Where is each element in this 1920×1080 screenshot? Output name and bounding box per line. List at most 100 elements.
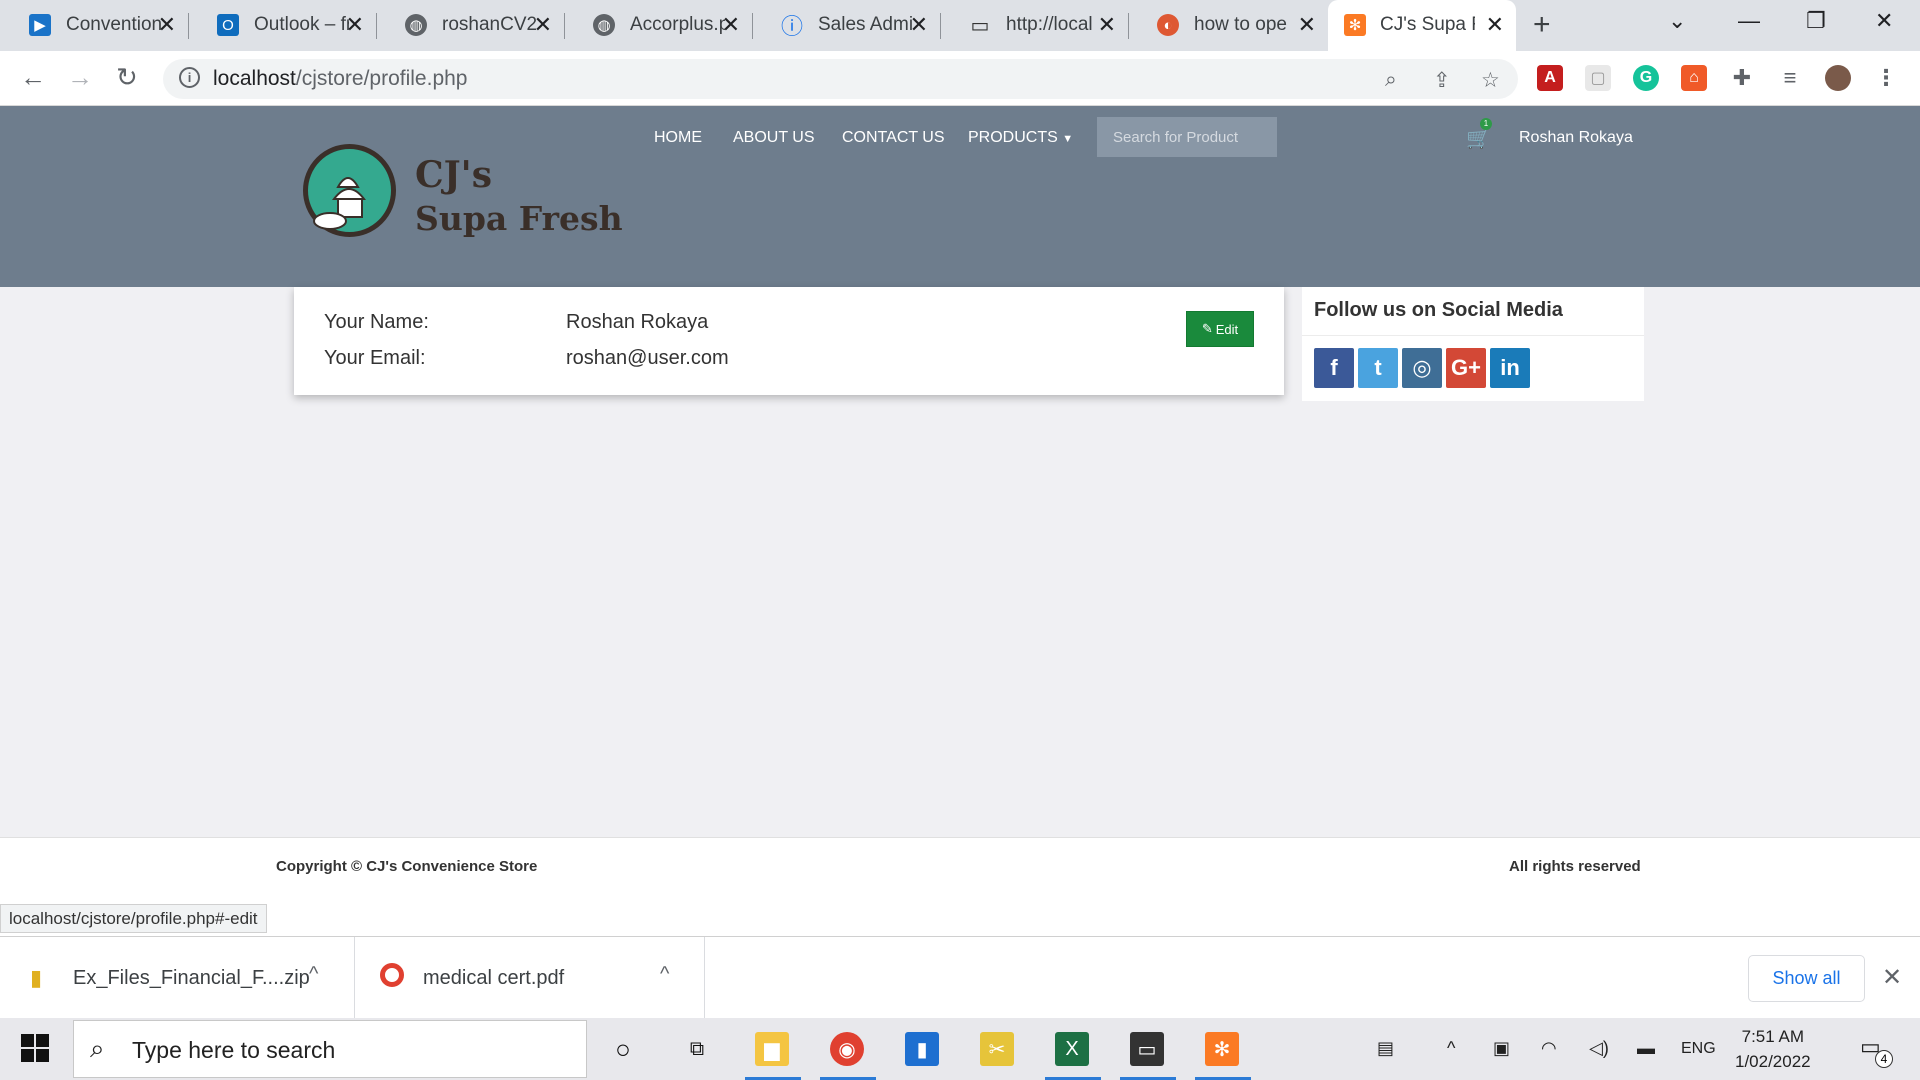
cortana-icon[interactable]: ○ [606, 1032, 640, 1066]
meet-now-icon[interactable]: ▣ [1493, 1038, 1510, 1059]
profile-avatar[interactable] [1825, 65, 1851, 91]
volume-icon[interactable]: ◁) [1589, 1038, 1609, 1059]
browser-menu-icon[interactable]: ⋮ [1873, 65, 1899, 91]
windows-start-icon[interactable] [21, 1034, 49, 1067]
close-icon[interactable]: ✕ [158, 12, 176, 38]
reload-icon[interactable]: ↻ [116, 62, 138, 93]
pocket-extension-icon[interactable]: ▢ [1585, 65, 1611, 91]
zip-file-icon: ▮ [30, 965, 43, 990]
cart-count-badge: 1 [1480, 118, 1492, 130]
browser-tab[interactable]: ◐ how to ope ✕ [1128, 0, 1328, 51]
chevron-up-icon[interactable]: ^ [660, 963, 669, 986]
taskbar-search-box[interactable]: ⌕ Type here to search [73, 1020, 587, 1078]
xampp-taskbar-icon[interactable]: ✻ [1205, 1032, 1239, 1066]
browser-tab-active[interactable]: ✻ CJ's Supa Fr ✕ [1328, 0, 1516, 51]
url-text[interactable]: localhost/cjstore/profile.php [213, 67, 467, 91]
tab-title: how to ope [1194, 14, 1287, 35]
download-item[interactable]: medical cert.pdf ^ [355, 937, 705, 1019]
nav-products[interactable]: PRODUCTS ▼ [968, 129, 1073, 147]
download-filename: Ex_Files_Financial_F....zip [73, 967, 310, 989]
close-icon[interactable]: ✕ [722, 12, 740, 38]
share-icon[interactable]: ⇪ [1433, 68, 1451, 93]
tab-title: Accorplus.p [630, 14, 725, 35]
edit-profile-button[interactable]: ✎ Edit [1186, 311, 1254, 347]
new-tab-plus-icon[interactable]: + [1533, 8, 1551, 42]
tab-search-chevron-icon[interactable]: ⌄ [1668, 8, 1686, 34]
download-shelf: ▮ Ex_Files_Financial_F....zip ^ medical … [0, 936, 1920, 1019]
windows-taskbar: ⌕ Type here to search ○ ⧉ ▆ ◉ ▮ ✂ X ▭ ✻ … [0, 1018, 1920, 1080]
download-item[interactable]: ▮ Ex_Files_Financial_F....zip ^ [0, 937, 355, 1019]
power-bi-icon[interactable]: ▮ [905, 1032, 939, 1066]
linkedin-icon[interactable]: in [1490, 348, 1530, 388]
close-icon[interactable]: ✕ [1098, 12, 1116, 38]
globe-icon: ◍ [593, 14, 615, 36]
browser-tab[interactable]: ◍ Accorplus.p ✕ [564, 0, 753, 51]
restore-icon[interactable]: ❐ [1806, 8, 1826, 34]
notification-count-badge: 4 [1875, 1050, 1893, 1068]
zoom-icon[interactable]: ⌕ [1385, 68, 1397, 92]
forward-arrow-icon[interactable]: → [67, 62, 93, 93]
nav-contact-us[interactable]: CONTACT US [842, 129, 945, 147]
browser-tab[interactable]: ▶ Convention ✕ [0, 0, 189, 51]
nav-about-us[interactable]: ABOUT US [733, 129, 815, 147]
browser-tab[interactable]: ⓘ Sales Admi ✕ [752, 0, 941, 51]
xampp-icon: ✻ [1344, 14, 1366, 36]
product-search-input[interactable] [1097, 117, 1277, 157]
pin-icon: ⓘ [781, 14, 804, 39]
language-indicator[interactable]: ENG [1681, 1040, 1716, 1058]
close-icon[interactable]: ✕ [534, 12, 552, 38]
browser-tab[interactable]: ▭ http://local ✕ [940, 0, 1129, 51]
site-info-icon[interactable]: i [179, 67, 200, 88]
minimize-icon[interactable]: — [1738, 8, 1760, 34]
browser-tab[interactable]: ◍ roshanCV20 ✕ [376, 0, 565, 51]
file-explorer-icon[interactable]: ▆ [755, 1032, 789, 1066]
facebook-icon[interactable]: f [1314, 348, 1354, 388]
logo-wordmark[interactable]: CJ's Supa Fresh [415, 154, 623, 240]
email-label: Your Email: [324, 347, 426, 369]
instagram-icon[interactable]: ◎ [1402, 348, 1442, 388]
tab-title: Convention [66, 14, 161, 35]
window-close-icon[interactable]: ✕ [1875, 8, 1893, 34]
snipping-tool-icon[interactable]: ✂ [980, 1032, 1014, 1066]
user-name-link[interactable]: Roshan Rokaya [1519, 129, 1633, 147]
grammarly-extension-icon[interactable]: G [1633, 65, 1659, 91]
bookmark-star-icon[interactable]: ☆ [1481, 68, 1500, 93]
close-icon[interactable]: ✕ [346, 12, 364, 38]
pdf-extension-icon[interactable]: A [1537, 65, 1563, 91]
excel-icon[interactable]: X [1055, 1032, 1089, 1066]
link-status-bar: localhost/cjstore/profile.php#-edit [0, 904, 267, 933]
media-control-icon[interactable]: ≡ [1777, 65, 1803, 91]
clock-date: 1/02/2022 [1735, 1052, 1811, 1071]
wifi-icon[interactable]: ◠ [1541, 1038, 1557, 1059]
nav-products-label: PRODUCTS [968, 129, 1058, 146]
extensions-puzzle-icon[interactable]: ✚ [1729, 65, 1755, 91]
search-placeholder: Type here to search [132, 1037, 336, 1063]
address-bar[interactable]: i localhost/cjstore/profile.php ⌕ ⇪ ☆ [163, 59, 1518, 99]
close-download-shelf-icon[interactable]: ✕ [1882, 963, 1902, 992]
google-plus-icon[interactable]: G+ [1446, 348, 1486, 388]
download-filename: medical cert.pdf [423, 967, 565, 989]
chrome-taskbar-icon[interactable]: ◉ [830, 1032, 864, 1066]
outlook-icon: O [217, 14, 239, 36]
email-value: roshan@user.com [566, 347, 729, 369]
twitter-icon[interactable]: t [1358, 348, 1398, 388]
terminal-icon[interactable]: ▭ [1130, 1032, 1164, 1066]
name-value: Roshan Rokaya [566, 311, 709, 333]
nav-home[interactable]: HOME [654, 129, 702, 147]
tab-title: Sales Admi [818, 14, 913, 35]
show-all-downloads-button[interactable]: Show all [1748, 955, 1865, 1002]
social-media-card: Follow us on Social Media f t ◎ G+ in [1302, 287, 1644, 401]
close-icon[interactable]: ✕ [910, 12, 928, 38]
back-arrow-icon[interactable]: ← [20, 62, 46, 93]
chevron-up-icon[interactable]: ^ [309, 963, 318, 986]
show-hidden-icons-chevron[interactable]: ^ [1447, 1038, 1455, 1059]
news-widget-icon[interactable]: ▤ [1377, 1038, 1394, 1059]
close-icon[interactable]: ✕ [1486, 12, 1504, 38]
honey-extension-icon[interactable]: ⌂ [1681, 65, 1707, 91]
clock-time: 7:51 AM [1741, 1027, 1804, 1046]
close-icon[interactable]: ✕ [1298, 12, 1316, 38]
battery-icon[interactable]: ▬ [1637, 1038, 1655, 1059]
task-view-icon[interactable]: ⧉ [680, 1032, 714, 1066]
system-clock[interactable]: 7:51 AM 1/02/2022 [1735, 1024, 1811, 1074]
browser-tab[interactable]: O Outlook – fr ✕ [188, 0, 377, 51]
